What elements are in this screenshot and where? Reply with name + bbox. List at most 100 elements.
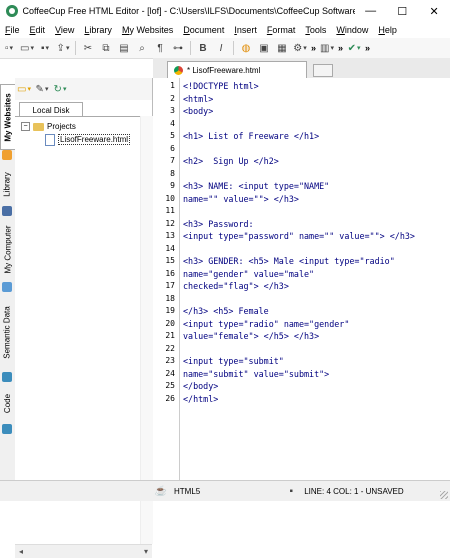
menu-item[interactable]: My Websites [117,25,178,35]
save-icon[interactable]: ▪ [38,41,52,55]
browser-preview-icon [174,66,183,75]
menu-item-accelerator: W [336,25,345,35]
color-picker-icon[interactable]: ◍ [239,41,253,55]
collapse-toggle[interactable]: − [21,122,30,131]
upload-icon[interactable]: ⇪ [56,41,70,55]
line-number: 26 [165,393,175,403]
cut-icon[interactable]: ✂ [81,41,95,55]
code-line: </h3> <h5> Female [183,306,269,316]
menu-item[interactable]: Format [262,25,301,35]
line-number: 17 [165,281,175,290]
save-status-icon: ▪ [289,485,293,497]
paste-icon[interactable]: ▤ [117,41,131,55]
toolbar-overflow-button-2[interactable]: » [338,43,343,53]
menu-item[interactable]: Edit [25,25,51,35]
resize-grip[interactable] [440,491,448,499]
menu-item[interactable]: Window [331,25,373,35]
tab-library[interactable]: Library [0,164,15,204]
scroll-down-arrow-icon[interactable]: ▾ [140,547,152,556]
menu-item-label: dit [35,25,46,35]
menu-item[interactable]: File [0,25,25,35]
code-line: <h2> Sign Up </h2> [183,156,279,166]
toolbar-overflow-button[interactable]: » [311,43,316,53]
tab-semantic-data-label: Semantic Data [3,305,12,359]
line-number: 1 [170,81,175,90]
code-editor[interactable]: 1 2 3 4 5 6 7 8 9 10 11 12 13 14 15 16 17 18 19 20 21 22 23 24 2… [153,78,450,480]
line-number: 25 [165,381,175,390]
tab-local-disk[interactable]: Local Disk [19,102,83,117]
close-button[interactable]: ✕ [418,0,450,22]
file-browser-panel: ▭ ✎ ↻ Local Disk − Projects LisofFreewar… [15,78,153,558]
menu-item-label: ormat [272,25,296,35]
menu-item-label: indow [344,25,369,35]
library-icon [2,206,12,216]
line-number: 16 [165,268,175,278]
cursor-position: LINE: 4 COL: 1 - UNSAVED [304,486,404,496]
find-icon[interactable]: ⌕ [135,41,149,55]
line-number: 5 [170,131,175,140]
minimize-button[interactable]: — [355,0,387,22]
open-folder-icon[interactable]: ▭ [20,41,34,55]
main-toolbar: ▫ ▭ ▪ ⇪ ✂ ⧉ ▤ ⌕ ¶ ⊶ B I ◍ ▣ ▦ ⚙ » ▥ » ✔ … [0,38,450,59]
menu-item[interactable]: Insert [229,25,262,35]
tree-item-file-label: LisofFreeware.html [58,134,131,145]
copy-icon[interactable]: ⧉ [99,41,113,55]
folder-icon [33,122,44,131]
layout-icon[interactable]: ▥ [320,41,334,55]
doctype-mode[interactable]: HTML5 [170,487,204,496]
line-number: 20 [165,318,175,328]
tab-my-computer[interactable]: My Computer [0,220,15,278]
menu-item-label: nsert [236,25,257,35]
tree-item-projects[interactable]: − Projects [21,120,146,133]
tab-document[interactable]: * LisofFreeware.html [167,61,307,79]
menu-item[interactable]: Document [178,25,229,35]
coffeecup-app-icon [6,5,18,17]
line-number: 10 [165,193,175,203]
menu-item[interactable]: Tools [300,25,331,35]
code-icon [2,424,12,434]
bold-button[interactable]: B [196,41,210,55]
status-bar: ☕ HTML5 ▪ LINE: 4 COL: 1 - UNSAVED [0,480,450,501]
italic-button[interactable]: I [214,41,228,55]
tools-wrench-icon[interactable]: ✎ [35,82,49,96]
tree-item-file[interactable]: LisofFreeware.html [21,133,146,146]
tree-item-projects-label: Projects [47,122,76,131]
tab-code[interactable]: Code [0,386,15,420]
table-icon[interactable]: ▦ [275,41,289,55]
maximize-button[interactable]: ☐ [386,0,418,22]
tab-my-websites[interactable]: My Websites [0,84,16,150]
settings-gear-icon[interactable]: ⚙ [293,41,307,55]
image-icon[interactable]: ▣ [257,41,271,55]
refresh-icon[interactable]: ↻ [53,82,67,96]
paragraph-button[interactable]: ¶ [153,41,167,55]
toolbar-overflow-button-3[interactable]: » [365,43,370,53]
tab-semantic-data[interactable]: Semantic Data [0,296,15,368]
scroll-left-arrow-icon[interactable]: ◂ [15,547,27,556]
menu-item[interactable]: Library [79,25,117,35]
code-line: <input type="radio" name="gender" [183,318,350,329]
panel-tab-divider [15,116,152,117]
line-number: 18 [165,293,175,303]
new-folder-icon[interactable]: ▭ [17,82,31,96]
panel-toolbar: ▭ ✎ ↻ [15,78,152,100]
code-line: value="female"> </h5> </h3> [183,331,320,341]
line-number: 24 [165,368,175,378]
menu-item-label: elp [384,25,397,35]
menu-item[interactable]: View [50,25,79,35]
line-number: 11 [165,206,175,215]
validate-check-icon[interactable]: ✔ [347,41,361,55]
new-tab-button[interactable] [313,64,333,77]
toolbar-separator [233,41,234,55]
tab-document-label: * LisofFreeware.html [187,66,261,75]
line-number: 19 [165,306,175,315]
title-bar: CoffeeCup Free HTML Editor - [lof] - C:\… [0,0,450,22]
code-line: <input type="submit" [183,356,284,366]
html-file-icon [45,133,55,146]
panel-horizontal-scrollbar[interactable]: ◂ ▾ [15,544,152,558]
line-number: 7 [170,156,175,165]
line-number: 22 [165,343,175,353]
menu-item[interactable]: Help [373,25,402,35]
websites-icon [2,150,12,160]
link-icon[interactable]: ⊶ [171,41,185,55]
new-file-icon[interactable]: ▫ [2,41,16,55]
